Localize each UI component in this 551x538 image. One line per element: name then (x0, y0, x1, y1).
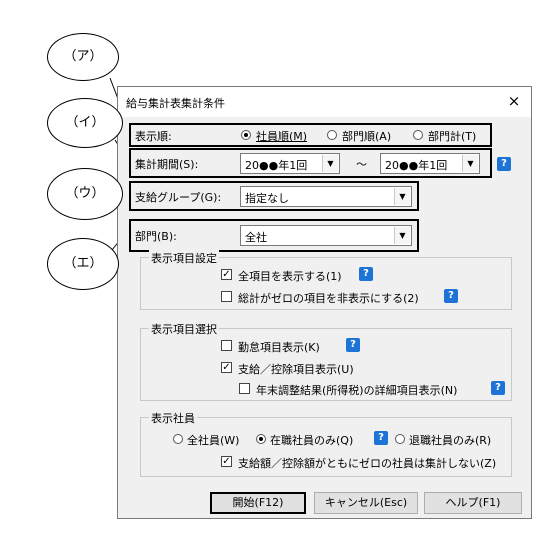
cancel-button[interactable]: キャンセル(Esc) (314, 492, 418, 514)
period-from-value: 20●●年1回 (245, 159, 308, 172)
payment-items-checkbox[interactable]: ✓ (221, 362, 232, 373)
callout-u: （ウ） (47, 168, 123, 220)
period-to-value: 20●●年1回 (385, 159, 448, 172)
chevron-down-icon[interactable]: ▼ (394, 188, 410, 205)
order-employee-label[interactable]: 社員順(M) (256, 128, 307, 144)
close-icon[interactable]: × (505, 93, 523, 111)
employees-title: 表示社員 (149, 410, 197, 426)
period-tilde: ～ (356, 158, 367, 171)
hide-zero-checkbox[interactable] (221, 291, 232, 302)
attendance-checkbox[interactable] (221, 340, 232, 351)
callout-i: （イ） (47, 98, 123, 148)
employees-retired-label[interactable]: 退職社員のみ(R) (409, 432, 491, 448)
order-radio-employee[interactable] (241, 130, 251, 140)
aggregation-conditions-dialog: 給与集計表集計条件 × 表示順: 社員順(M) 部門順(A) 部門計(T) 集計… (117, 86, 532, 519)
check-icon: ✓ (222, 362, 231, 373)
department-value: 全社 (245, 231, 267, 244)
show-all-checkbox[interactable]: ✓ (221, 269, 232, 280)
start-button[interactable]: 開始(F12) (210, 492, 306, 514)
employees-radio-all[interactable] (173, 434, 183, 444)
payment-items-label[interactable]: 支給／控除項目表示(U) (238, 361, 354, 377)
callout-i-text: （イ） (65, 115, 105, 130)
period-label: 集計期間(S): (135, 158, 199, 171)
attendance-label[interactable]: 勤怠項目表示(K) (238, 339, 320, 355)
employees-help-icon[interactable]: ? (374, 431, 388, 445)
exclude-zero-label[interactable]: 支給額／控除額がともにゼロの社員は集計しない(Z) (238, 455, 496, 471)
employees-radio-active[interactable] (256, 434, 266, 444)
payment-group-select[interactable]: 指定なし ▼ (240, 186, 412, 207)
chevron-down-icon[interactable]: ▼ (394, 227, 410, 244)
employees-all-label[interactable]: 全社員(W) (187, 432, 239, 448)
payment-group-value: 指定なし (245, 192, 289, 205)
callout-e-text: （エ） (63, 256, 103, 271)
callout-u-text: （ウ） (65, 186, 105, 201)
attendance-help-icon[interactable]: ? (346, 338, 360, 352)
period-to-select[interactable]: 20●●年1回 ▼ (380, 153, 480, 174)
order-dept-total-label[interactable]: 部門計(T) (428, 128, 476, 144)
employees-radio-retired[interactable] (395, 434, 405, 444)
department-label: 部門(B): (135, 230, 177, 243)
year-end-label[interactable]: 年末調整結果(所得税)の詳細項目表示(N) (256, 382, 457, 398)
period-from-select[interactable]: 20●●年1回 ▼ (240, 153, 340, 174)
title-bar: 給与集計表集計条件 × (118, 87, 531, 117)
order-department-label[interactable]: 部門順(A) (342, 128, 391, 144)
check-icon: ✓ (222, 269, 231, 280)
hide-zero-label[interactable]: 総計がゼロの項目を非表示にする(2) (238, 290, 419, 306)
show-all-label[interactable]: 全項目を表示する(1) (238, 268, 342, 284)
employees-active-label[interactable]: 在職社員のみ(Q) (270, 432, 353, 448)
show-all-help-icon[interactable]: ? (359, 267, 373, 281)
dialog-title: 給与集計表集計条件 (126, 97, 225, 110)
exclude-zero-checkbox[interactable]: ✓ (221, 456, 232, 467)
callout-a: （ア） (47, 33, 119, 81)
period-help-icon[interactable]: ? (497, 157, 511, 171)
item-selection-title: 表示項目選択 (149, 321, 219, 337)
department-select[interactable]: 全社 ▼ (240, 225, 412, 246)
chevron-down-icon[interactable]: ▼ (462, 155, 478, 172)
check-icon: ✓ (222, 456, 231, 467)
year-end-help-icon[interactable]: ? (491, 381, 505, 395)
help-button[interactable]: ヘルプ(F1) (424, 492, 522, 514)
display-items-title: 表示項目設定 (149, 250, 219, 266)
payment-group-label: 支給グループ(G): (135, 191, 222, 204)
hide-zero-help-icon[interactable]: ? (444, 289, 458, 303)
callout-e: （エ） (47, 238, 119, 290)
order-radio-dept-total[interactable] (413, 130, 423, 140)
order-radio-department[interactable] (327, 130, 337, 140)
order-label: 表示順: (135, 130, 172, 143)
callout-a-text: （ア） (63, 49, 103, 64)
chevron-down-icon[interactable]: ▼ (322, 155, 338, 172)
year-end-checkbox[interactable] (239, 383, 250, 394)
